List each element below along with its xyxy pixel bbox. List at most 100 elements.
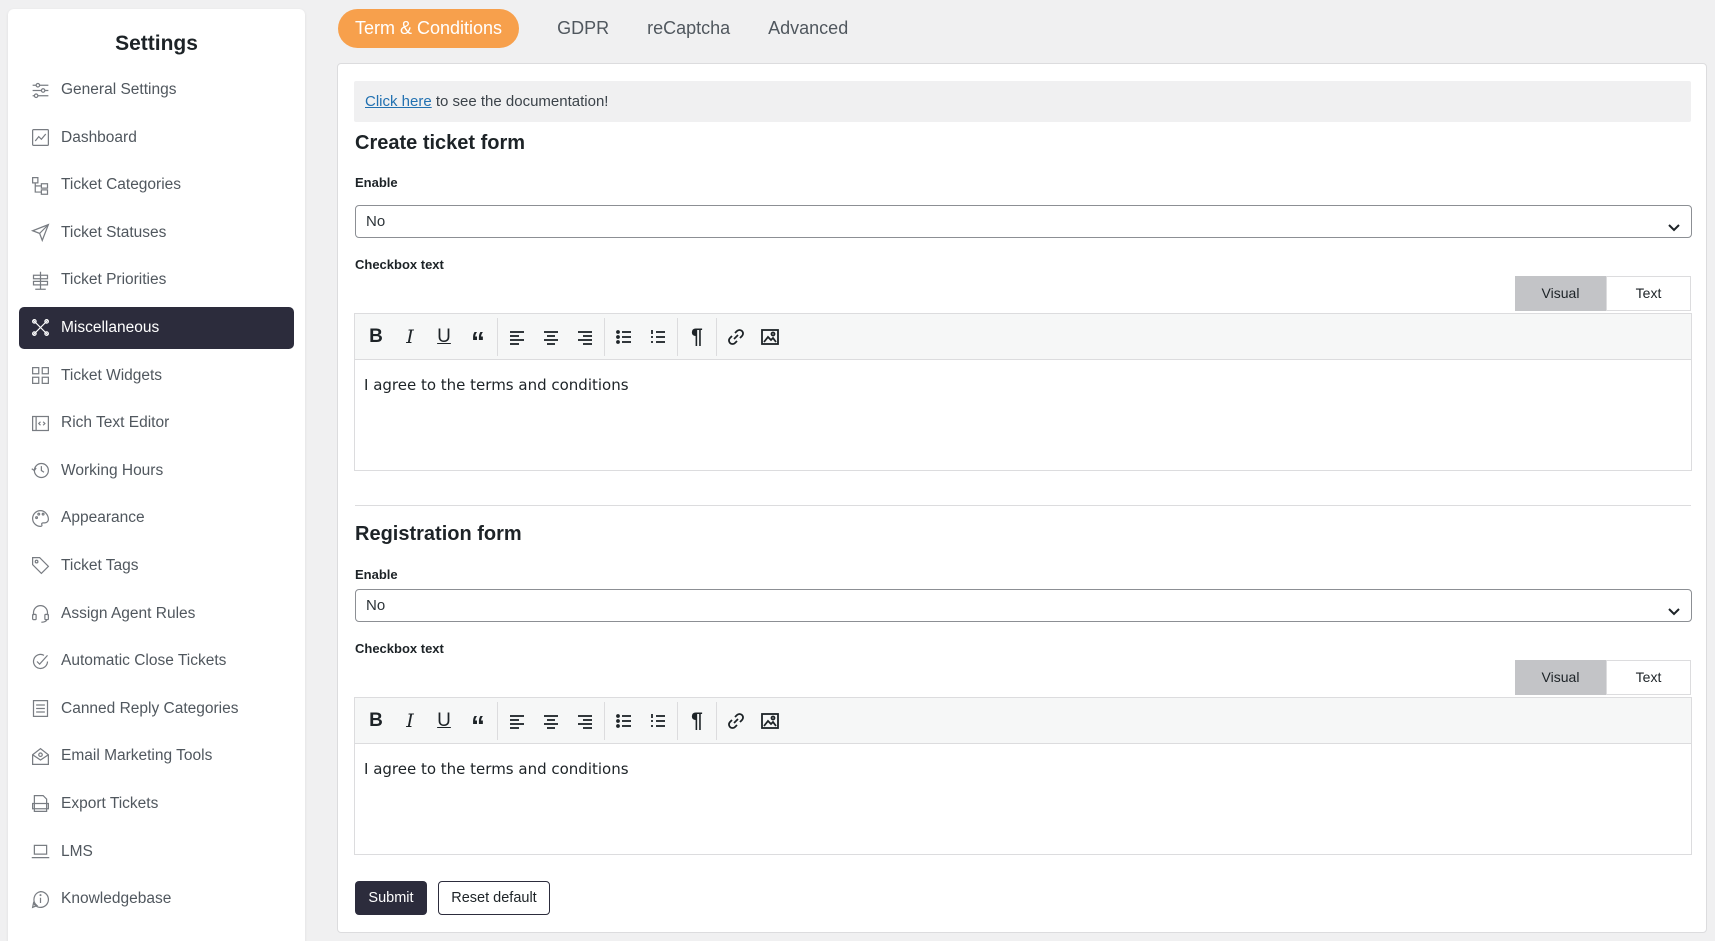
registration-editor-mode-toggle: Visual Text: [1515, 660, 1691, 695]
submit-button[interactable]: Submit: [355, 881, 427, 915]
sidebar-item-general-settings[interactable]: General Settings: [19, 69, 294, 111]
registration-enable-select[interactable]: No: [355, 589, 1692, 622]
documentation-link[interactable]: Click here: [365, 93, 432, 110]
align-left-icon: [510, 714, 524, 729]
code-editor-icon: [29, 412, 51, 434]
sidebar-item-knowledgebase[interactable]: Knowledgebase: [19, 878, 294, 920]
numbered-list-button[interactable]: [641, 704, 675, 738]
tag-icon: [29, 555, 51, 577]
sidebar-item-label: Working Hours: [61, 461, 164, 479]
category-tree-icon: [29, 174, 51, 196]
align-left-icon: [510, 330, 524, 345]
align-right-icon: [578, 714, 592, 729]
sidebar-item-ticket-statuses[interactable]: Ticket Statuses: [19, 212, 294, 254]
email-icon: [29, 745, 51, 767]
sidebar-item-email-marketing-tools[interactable]: Email Marketing Tools: [19, 735, 294, 777]
align-right-button[interactable]: [568, 320, 602, 354]
sidebar-item-dashboard[interactable]: Dashboard: [19, 117, 294, 159]
link-icon: [728, 328, 744, 345]
sidebar-item-label: Appearance: [61, 509, 145, 527]
numbered-list-button[interactable]: [641, 320, 675, 354]
reset-default-button[interactable]: Reset default: [438, 881, 550, 915]
align-center-icon: [544, 330, 558, 345]
registration-checkbox-content[interactable]: I agree to the terms and conditions: [355, 744, 1691, 794]
registration-checkbox-text-label: Checkbox text: [355, 641, 444, 656]
document-list-icon: [29, 698, 51, 720]
sidebar-item-assign-agent-rules[interactable]: Assign Agent Rules: [19, 593, 294, 635]
sidebar-item-ticket-widgets[interactable]: Ticket Widgets: [19, 355, 294, 397]
bold-button[interactable]: B: [359, 320, 393, 354]
bullet-list-icon: [616, 329, 631, 344]
priority-sign-icon: [29, 269, 51, 291]
sidebar-item-rich-text-editor[interactable]: Rich Text Editor: [19, 402, 294, 444]
editor-toolbar: B I U “ ¶: [355, 698, 1691, 744]
insert-link-button[interactable]: [719, 704, 753, 738]
bullet-list-button[interactable]: [607, 320, 641, 354]
align-left-button[interactable]: [500, 704, 534, 738]
underline-button[interactable]: U: [427, 704, 461, 738]
sidebar-item-working-hours[interactable]: Working Hours: [19, 450, 294, 492]
tab-recaptcha[interactable]: reCaptcha: [647, 9, 730, 48]
bullet-list-icon: [616, 713, 631, 728]
create-checkbox-editor: B I U “ ¶ I agree to the terms and condi…: [354, 313, 1692, 471]
chevron-down-icon: [1667, 215, 1681, 232]
sidebar-item-label: Miscellaneous: [61, 318, 160, 336]
sidebar-item-automatic-close-tickets[interactable]: Automatic Close Tickets: [19, 640, 294, 682]
create-checkbox-text-label: Checkbox text: [355, 257, 444, 272]
dashboard-chart-icon: [29, 127, 51, 149]
align-center-button[interactable]: [534, 320, 568, 354]
sidebar-item-appearance[interactable]: Appearance: [19, 497, 294, 539]
headset-icon: [29, 603, 51, 625]
sidebar-item-lms[interactable]: LMS: [19, 831, 294, 873]
create-checkbox-content[interactable]: I agree to the terms and conditions: [355, 360, 1691, 410]
tab-gdpr[interactable]: GDPR: [557, 9, 609, 48]
registration-text-tab[interactable]: Text: [1606, 660, 1691, 695]
tab-term-conditions[interactable]: Term & Conditions: [338, 9, 520, 48]
paragraph-direction-button[interactable]: ¶: [680, 704, 714, 738]
sidebar-item-ticket-categories[interactable]: Ticket Categories: [19, 164, 294, 206]
align-right-button[interactable]: [568, 704, 602, 738]
underline-button[interactable]: U: [427, 320, 461, 354]
sidebar-item-canned-reply-categories[interactable]: Canned Reply Categories: [19, 688, 294, 730]
blockquote-button[interactable]: “: [461, 320, 495, 357]
create-editor-mode-toggle: Visual Text: [1515, 276, 1691, 311]
blockquote-button[interactable]: “: [461, 704, 495, 741]
create-enable-select[interactable]: No: [355, 205, 1692, 238]
align-left-button[interactable]: [500, 320, 534, 354]
check-circle-icon: [29, 650, 51, 672]
sidebar-item-label: Ticket Statuses: [61, 223, 167, 241]
sidebar-item-label: Automatic Close Tickets: [61, 652, 227, 670]
csv-file-icon: [29, 793, 51, 815]
italic-button[interactable]: I: [393, 704, 427, 738]
numbered-list-icon: [651, 329, 665, 343]
numbered-list-icon: [651, 713, 665, 727]
sidebar-item-miscellaneous[interactable]: Miscellaneous: [19, 306, 294, 349]
insert-image-button[interactable]: [753, 320, 787, 354]
documentation-note-text: to see the documentation!: [431, 93, 609, 110]
sidebar-item-label: Dashboard: [61, 128, 137, 146]
bullet-list-button[interactable]: [607, 704, 641, 738]
sidebar-item-label: Rich Text Editor: [61, 414, 170, 432]
registration-visual-tab[interactable]: Visual: [1515, 660, 1606, 695]
laptop-icon: [29, 841, 51, 863]
tab-advanced[interactable]: Advanced: [768, 9, 848, 48]
toolbar-separator: [497, 701, 498, 740]
italic-button[interactable]: I: [393, 320, 427, 354]
paragraph-direction-button[interactable]: ¶: [680, 320, 714, 354]
insert-image-button[interactable]: [753, 704, 787, 738]
align-right-icon: [578, 330, 592, 345]
sidebar-item-label: Ticket Priorities: [61, 271, 167, 289]
create-ticket-form-title: Create ticket form: [355, 132, 526, 154]
insert-link-button[interactable]: [719, 320, 753, 354]
sidebar-item-ticket-priorities[interactable]: Ticket Priorities: [19, 259, 294, 301]
align-center-button[interactable]: [534, 704, 568, 738]
sidebar-item-label: Ticket Tags: [61, 556, 139, 574]
create-visual-tab[interactable]: Visual: [1515, 276, 1606, 311]
section-divider: [355, 505, 1691, 506]
create-text-tab[interactable]: Text: [1606, 276, 1691, 311]
sidebar-item-ticket-tags[interactable]: Ticket Tags: [19, 545, 294, 587]
bold-button[interactable]: B: [359, 704, 393, 738]
sidebar-item-label: LMS: [61, 842, 93, 860]
sidebar-item-export-tickets[interactable]: Export Tickets: [19, 783, 294, 825]
paper-plane-icon: [29, 222, 51, 244]
